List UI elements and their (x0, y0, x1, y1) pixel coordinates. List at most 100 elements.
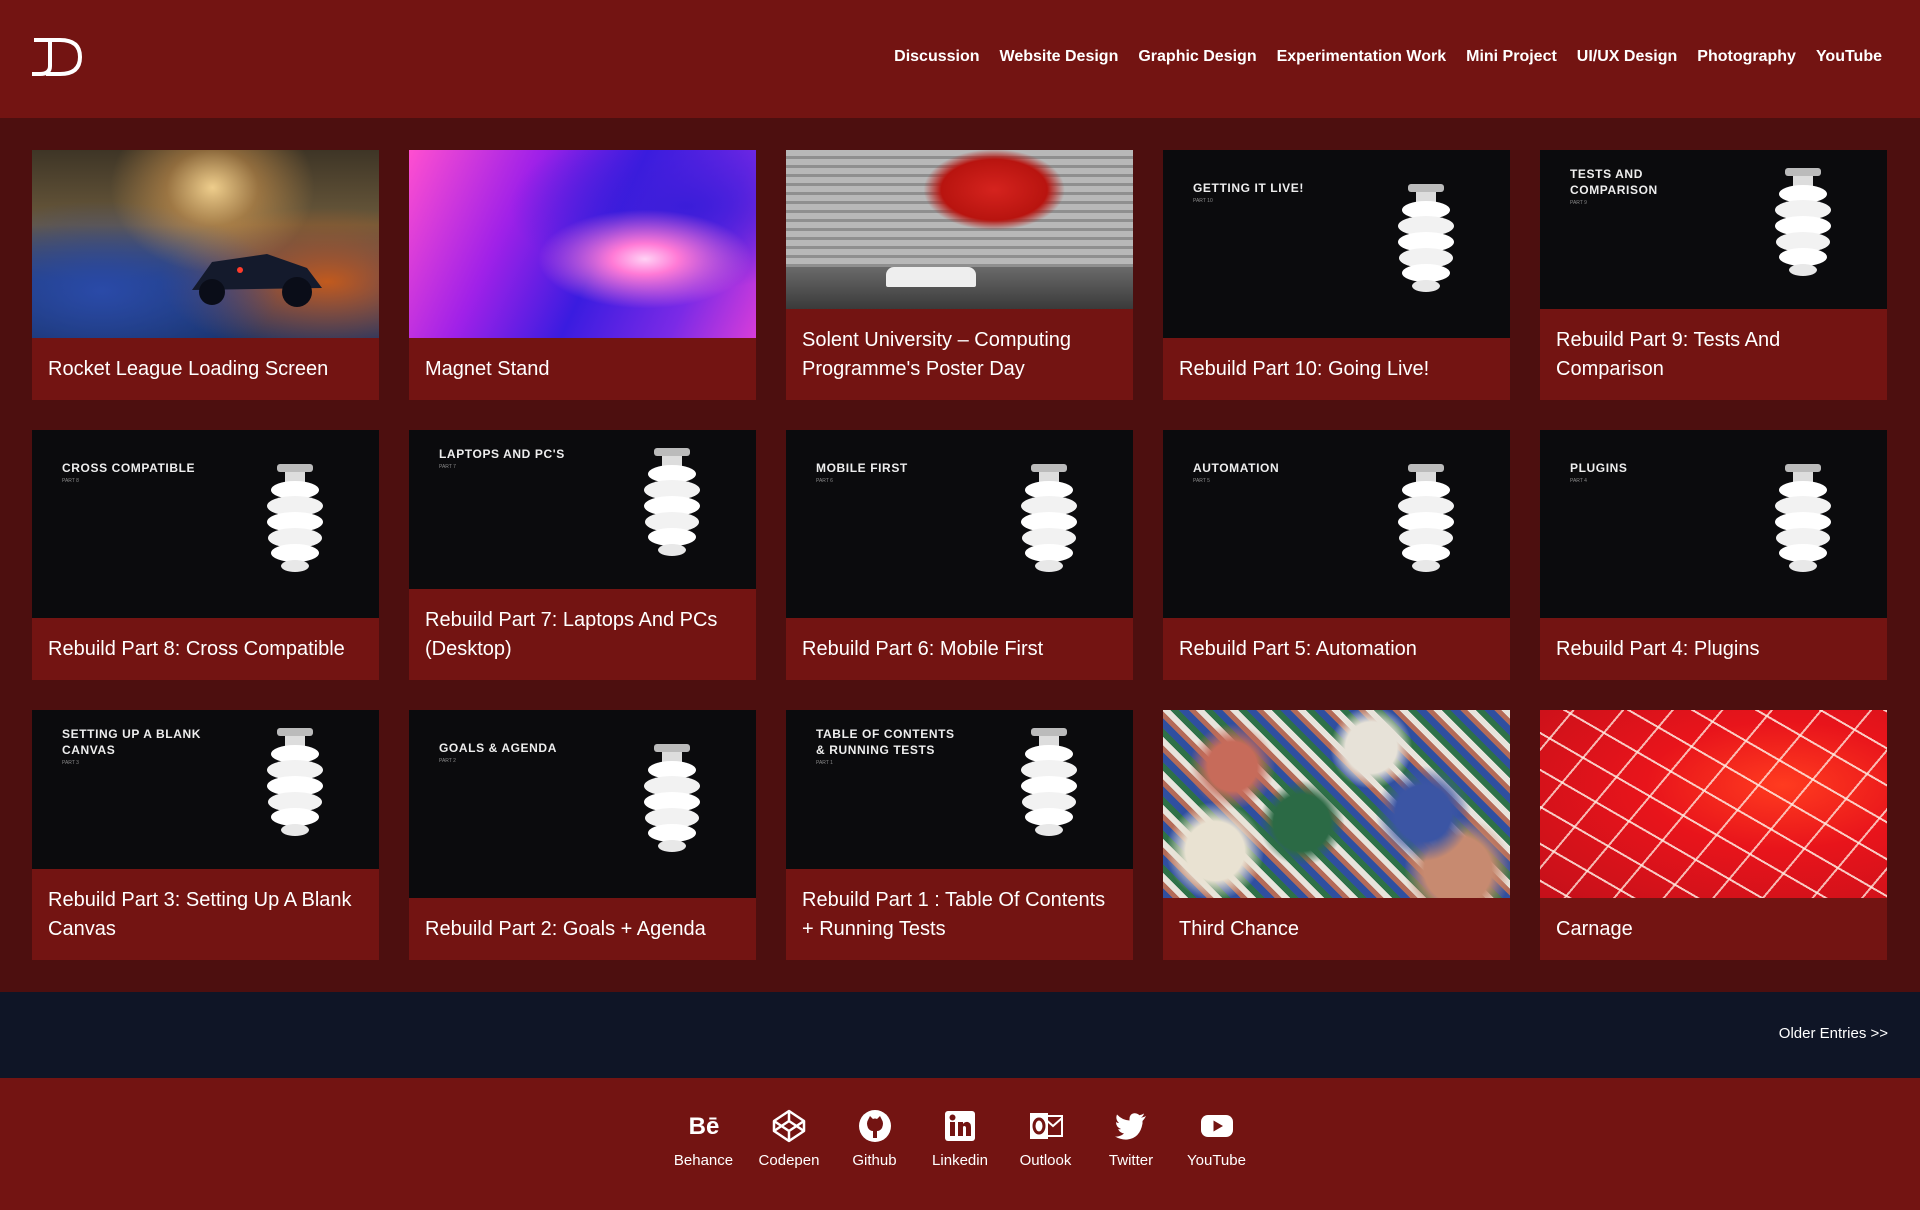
rebuild-slide-thumbnail: TABLE OF CONTENTS & RUNNING TESTS PART 1 (786, 710, 1133, 869)
lightbulb-icon (1017, 728, 1081, 840)
lightbulb-icon (263, 464, 327, 576)
social-outlook[interactable]: Outlook (1003, 1108, 1089, 1169)
post-card[interactable]: MOBILE FIRST PART 6 Rebuild Part 6: Mobi… (786, 430, 1133, 680)
carnage-thumbnail (1540, 710, 1887, 898)
post-title[interactable]: Carnage (1540, 898, 1887, 960)
outlook-icon (1029, 1113, 1063, 1139)
rebuild-slide-thumbnail: GOALS & AGENDA PART 2 (409, 710, 756, 898)
post-title[interactable]: Rocket League Loading Screen (32, 338, 379, 400)
post-title[interactable]: Rebuild Part 5: Automation (1163, 618, 1510, 680)
post-card[interactable]: GOALS & AGENDA PART 2 Rebuild Part 2: Go… (409, 710, 756, 960)
car-icon (192, 254, 322, 307)
rocket-league-thumbnail (32, 150, 379, 338)
jd-logo[interactable] (30, 36, 84, 76)
post-title[interactable]: Rebuild Part 9: Tests And Comparison (1540, 309, 1887, 400)
post-card[interactable]: Rocket League Loading Screen (32, 150, 379, 400)
rebuild-slide-thumbnail: CROSS COMPATIBLE PART 8 (32, 430, 379, 618)
slide-part: PART 3 (62, 760, 79, 766)
lightbulb-icon (1017, 464, 1081, 576)
post-card[interactable]: LAPTOPS AND PC'S PART 7 Rebuild Part 7: … (409, 430, 756, 680)
post-card[interactable]: AUTOMATION PART 5 Rebuild Part 5: Automa… (1163, 430, 1510, 680)
post-title[interactable]: Rebuild Part 8: Cross Compatible (32, 618, 379, 680)
behance-icon: Bē (688, 1113, 719, 1140)
slide-title: AUTOMATION (1193, 461, 1280, 475)
post-title[interactable]: Rebuild Part 3: Setting Up A Blank Canva… (32, 869, 379, 960)
nav-mini-project[interactable]: Mini Project (1466, 48, 1557, 66)
slide-part: PART 8 (62, 478, 79, 484)
post-title[interactable]: Rebuild Part 1 : Table Of Contents + Run… (786, 869, 1133, 960)
slide-title: PLUGINS (1570, 461, 1628, 475)
social-linkedin[interactable]: Linkedin (917, 1108, 1003, 1169)
nav-photography[interactable]: Photography (1697, 48, 1796, 66)
social-github[interactable]: Github (832, 1108, 918, 1169)
post-title[interactable]: Magnet Stand (409, 338, 756, 400)
post-title[interactable]: Solent University – Computing Programme'… (786, 309, 1133, 400)
post-card[interactable]: Third Chance (1163, 710, 1510, 960)
social-codepen[interactable]: Codepen (746, 1108, 832, 1169)
slide-title: TABLE OF CONTENTS & RUNNING TESTS (816, 727, 955, 757)
social-label: Linkedin (932, 1152, 988, 1169)
social-links: Bē Behance Codepen Github Linkedin Outlo… (0, 1108, 1920, 1169)
nav-graphic-design[interactable]: Graphic Design (1138, 48, 1256, 66)
post-title[interactable]: Rebuild Part 2: Goals + Agenda (409, 898, 756, 960)
lightbulb-icon (1394, 184, 1458, 296)
older-entries-link[interactable]: Older Entries >> (1779, 1025, 1888, 1042)
rebuild-slide-thumbnail: MOBILE FIRST PART 6 (786, 430, 1133, 618)
post-card[interactable]: Magnet Stand (409, 150, 756, 400)
slide-part: PART 9 (1570, 200, 1587, 206)
post-card[interactable]: PLUGINS PART 4 Rebuild Part 4: Plugins (1540, 430, 1887, 680)
lightbulb-icon (1394, 464, 1458, 576)
main-nav: Discussion Website Design Graphic Design… (894, 48, 1882, 66)
site-header: Discussion Website Design Graphic Design… (0, 0, 1920, 118)
social-label: Twitter (1108, 1152, 1154, 1169)
post-card[interactable]: CROSS COMPATIBLE PART 8 Rebuild Part 8: … (32, 430, 379, 680)
post-title[interactable]: Rebuild Part 10: Going Live! (1163, 338, 1510, 400)
social-youtube[interactable]: YouTube (1174, 1108, 1260, 1169)
slide-part: PART 10 (1193, 198, 1213, 204)
post-card[interactable]: TESTS AND COMPARISON PART 9 Rebuild Part… (1540, 150, 1887, 400)
slide-part: PART 2 (439, 758, 456, 764)
social-behance[interactable]: Bē Behance (661, 1108, 747, 1169)
nav-youtube[interactable]: YouTube (1816, 48, 1882, 66)
nav-website-design[interactable]: Website Design (1000, 48, 1119, 66)
post-title[interactable]: Rebuild Part 4: Plugins (1540, 618, 1887, 680)
slide-title: CROSS COMPATIBLE (62, 461, 196, 475)
desk-shape (886, 267, 976, 287)
slide-part: PART 5 (1193, 478, 1210, 484)
post-title[interactable]: Rebuild Part 7: Laptops And PCs (Desktop… (409, 589, 756, 680)
site-footer: Bē Behance Codepen Github Linkedin Outlo… (0, 1078, 1920, 1210)
social-label: Github (852, 1152, 897, 1169)
slide-part: PART 4 (1570, 478, 1587, 484)
slide-part: PART 1 (816, 760, 833, 766)
social-twitter[interactable]: Twitter (1088, 1108, 1174, 1169)
magnet-stand-thumbnail (409, 150, 756, 338)
post-card[interactable]: TABLE OF CONTENTS & RUNNING TESTS PART 1… (786, 710, 1133, 960)
social-label: Codepen (758, 1152, 820, 1169)
post-card[interactable]: SETTING UP A BLANK CANVAS PART 3 Rebuild… (32, 710, 379, 960)
solent-thumbnail (786, 150, 1133, 309)
post-card[interactable]: GETTING IT LIVE! PART 10 Rebuild Part 10… (1163, 150, 1510, 400)
lightbulb-icon (1771, 168, 1835, 280)
rebuild-slide-thumbnail: AUTOMATION PART 5 (1163, 430, 1510, 618)
rebuild-slide-thumbnail: PLUGINS PART 4 (1540, 430, 1887, 618)
slide-title: GOALS & AGENDA (439, 741, 557, 755)
post-card[interactable]: Solent University – Computing Programme'… (786, 150, 1133, 400)
social-label: Behance (673, 1152, 734, 1169)
post-card[interactable]: Carnage (1540, 710, 1887, 960)
nav-discussion[interactable]: Discussion (894, 48, 979, 66)
lightbulb-icon (1771, 464, 1835, 576)
lightbulb-icon (640, 744, 704, 856)
nav-experimentation-work[interactable]: Experimentation Work (1277, 48, 1447, 66)
post-title[interactable]: Rebuild Part 6: Mobile First (786, 618, 1133, 680)
slide-title: GETTING IT LIVE! (1193, 181, 1304, 195)
post-grid: Rocket League Loading Screen Magnet Stan… (32, 150, 1887, 960)
nav-uiux-design[interactable]: UI/UX Design (1577, 48, 1677, 66)
rebuild-slide-thumbnail: LAPTOPS AND PC'S PART 7 (409, 430, 756, 589)
rebuild-slide-thumbnail: GETTING IT LIVE! PART 10 (1163, 150, 1510, 338)
codepen-icon (772, 1109, 806, 1143)
post-title[interactable]: Third Chance (1163, 898, 1510, 960)
slide-title: LAPTOPS AND PC'S (439, 447, 565, 461)
third-chance-thumbnail (1163, 710, 1510, 898)
youtube-icon (1200, 1115, 1233, 1137)
slide-title: MOBILE FIRST (816, 461, 908, 475)
